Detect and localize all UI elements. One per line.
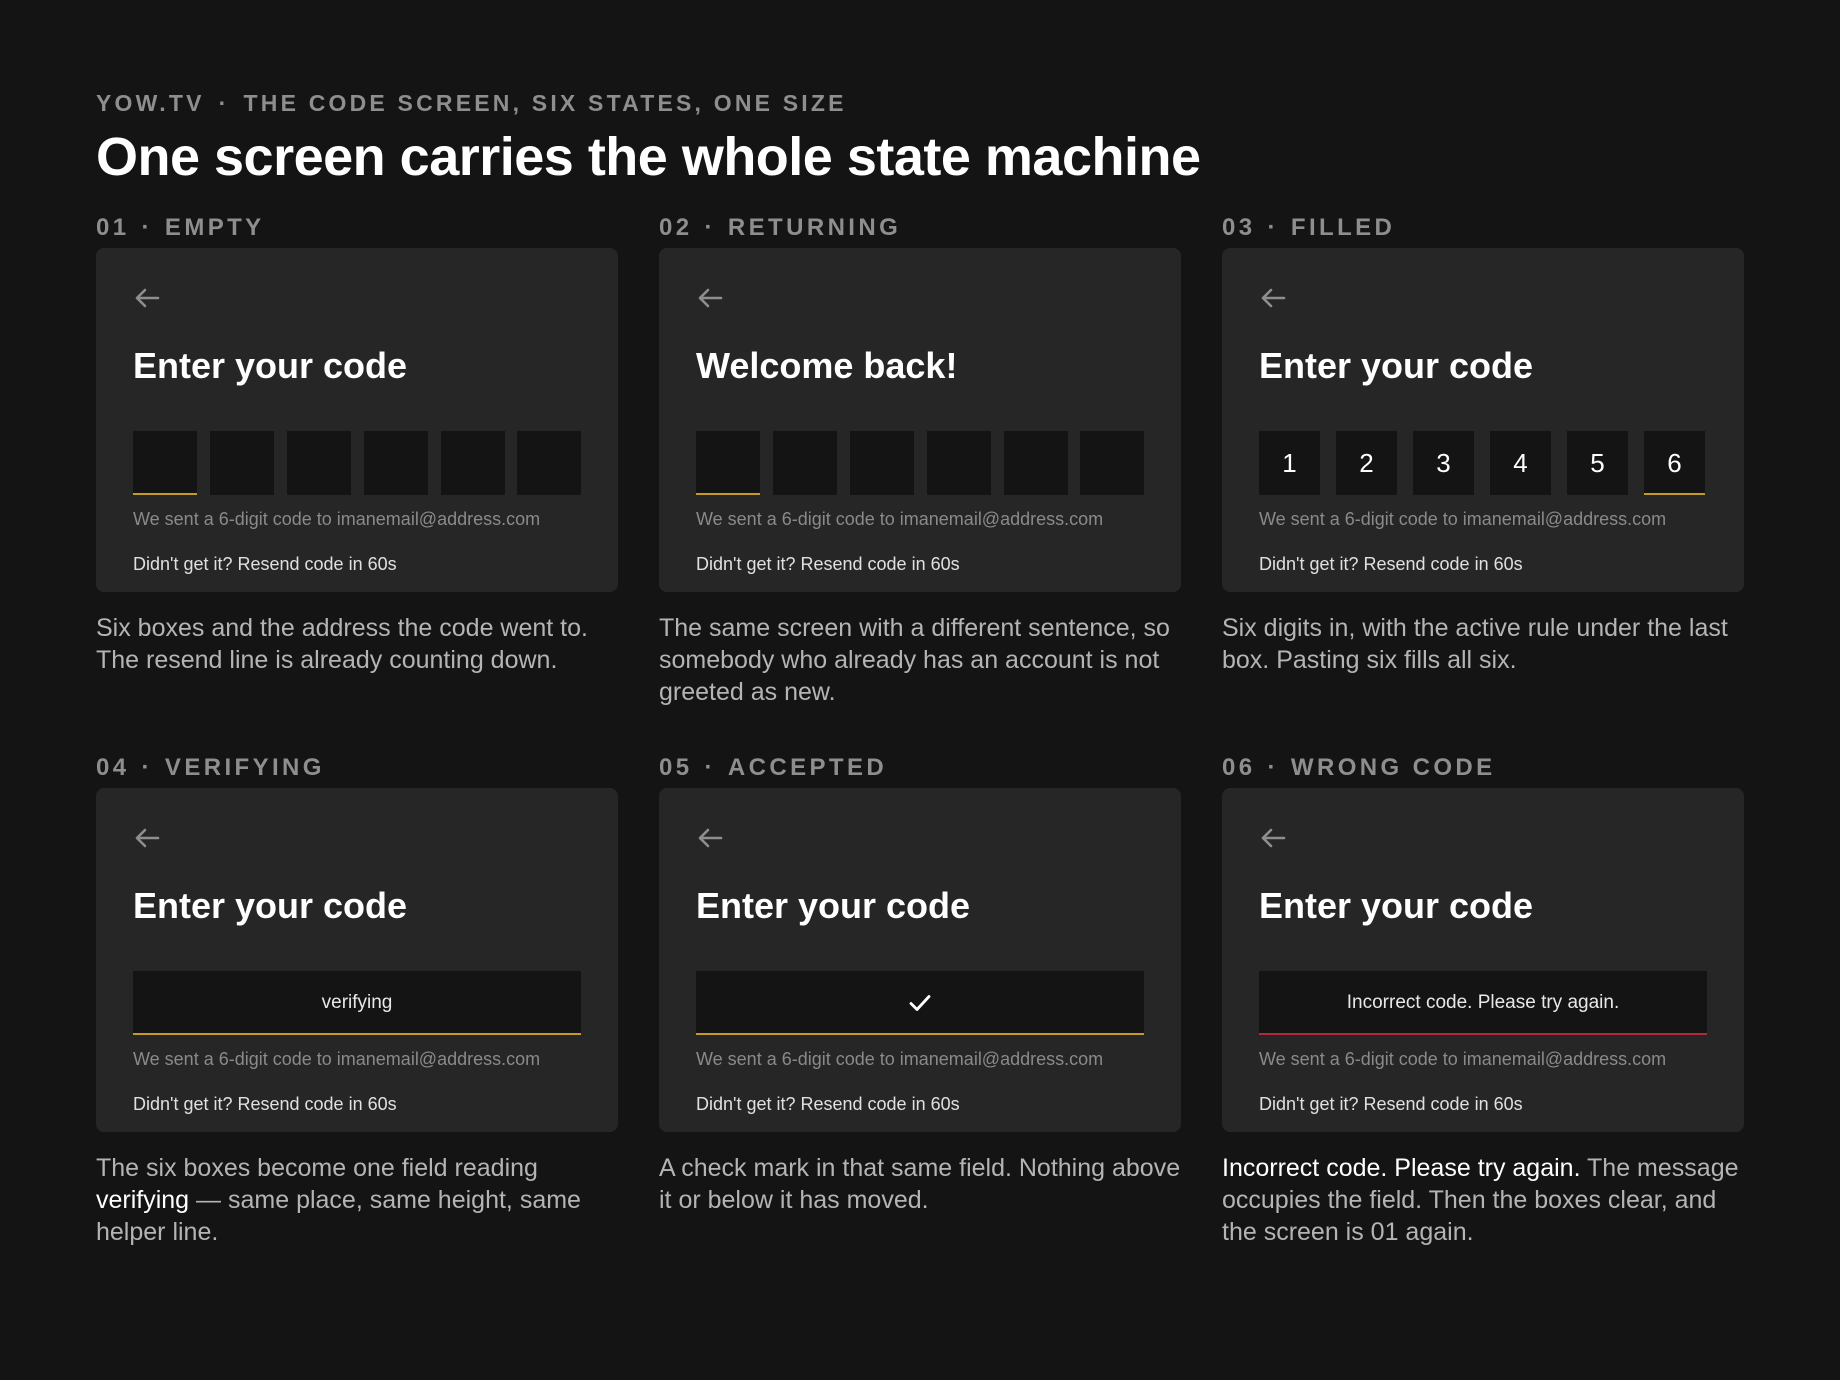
label-separator: · <box>704 754 716 781</box>
helper-text: We sent a 6-digit code to imanemail@addr… <box>696 509 1104 529</box>
state-name: FILLED <box>1290 214 1396 241</box>
code-screen-card: Enter your code We sent a 6-digit code t… <box>659 788 1181 1132</box>
caption-emphasis: verifying <box>96 1186 190 1214</box>
page-subtitle: THE CODE SCREEN, SIX STATES, ONE SIZE <box>243 90 847 116</box>
code-digit-box[interactable] <box>1080 431 1144 495</box>
code-screen-card: Enter your code 1 2 3 4 5 6 We sent a 6-… <box>1222 248 1744 592</box>
state-name: VERIFYING <box>164 754 325 781</box>
code-digit-box[interactable] <box>773 431 837 495</box>
state-panel-filled: 03 · FILLED Enter your code 1 2 3 4 5 6 We… <box>1222 208 1744 676</box>
screen-title: Enter your code <box>1259 885 1534 926</box>
state-label: 04 · VERIFYING <box>96 748 618 788</box>
screen-title: Enter your code <box>696 885 971 926</box>
helper-text: We sent a 6-digit code to imanemail@addr… <box>133 1049 541 1069</box>
state-label: 03 · FILLED <box>1222 208 1744 248</box>
state-label: 02 · RETURNING <box>659 208 1181 248</box>
state-name: EMPTY <box>164 214 265 241</box>
state-caption: The same screen with a different sentenc… <box>659 614 1170 706</box>
resend-link[interactable]: Didn't get it? Resend code in 60s <box>133 1093 397 1115</box>
helper-text: We sent a 6-digit code to imanemail@addr… <box>133 509 541 529</box>
label-separator: · <box>141 214 153 241</box>
eyebrow-separator: · <box>218 90 230 116</box>
code-status-field: verifying <box>133 971 581 1035</box>
state-number: 04 <box>96 754 130 781</box>
state-panel-empty: 01 · EMPTY Enter your code We sent a 6-dig… <box>96 208 618 676</box>
check-icon <box>909 995 931 1011</box>
back-arrow-icon[interactable] <box>1258 286 1288 310</box>
back-arrow-icon[interactable] <box>132 286 162 310</box>
code-digit-box[interactable] <box>1004 431 1068 495</box>
code-digit-box[interactable]: 4 <box>1490 431 1551 495</box>
code-digit-box[interactable] <box>287 431 351 495</box>
code-digit-box[interactable] <box>850 431 914 495</box>
code-digit-box[interactable] <box>210 431 274 495</box>
code-screen-card: Enter your code Incorrect code. Please t… <box>1222 788 1744 1132</box>
screen-title: Enter your code <box>133 885 408 926</box>
helper-text: We sent a 6-digit code to imanemail@addr… <box>1259 1049 1667 1069</box>
state-number: 01 <box>96 214 130 241</box>
code-error-field: Incorrect code. Please try again. <box>1259 971 1707 1035</box>
code-digit-box[interactable]: 3 <box>1413 431 1474 495</box>
state-label: 01 · EMPTY <box>96 208 618 248</box>
screen-title: Welcome back! <box>696 345 958 386</box>
caption-text: The six boxes become one field reading <box>96 1154 538 1182</box>
code-digit-box[interactable]: 5 <box>1567 431 1628 495</box>
state-number: 02 <box>659 214 693 241</box>
label-separator: · <box>1267 754 1279 781</box>
state-caption: Six digits in, with the active rule unde… <box>1222 614 1728 674</box>
code-screen-card: Welcome back! We sent a 6-digit code to … <box>659 248 1181 592</box>
resend-link[interactable]: Didn't get it? Resend code in 60s <box>696 1093 960 1115</box>
code-digit-box[interactable] <box>927 431 991 495</box>
resend-link[interactable]: Didn't get it? Resend code in 60s <box>1259 553 1523 575</box>
screen-title: Enter your code <box>133 345 408 386</box>
label-separator: · <box>141 754 153 781</box>
back-arrow-icon[interactable] <box>695 826 725 850</box>
state-number: 06 <box>1222 754 1256 781</box>
code-digit-box[interactable] <box>364 431 428 495</box>
back-arrow-icon[interactable] <box>1258 826 1288 850</box>
state-caption: The six boxes become one field reading v… <box>96 1152 626 1248</box>
state-panel-wrong-code: 06 · WRONG CODE Enter your code Incorrect … <box>1222 748 1744 1248</box>
page-title: One screen carries the whole state machi… <box>96 127 1201 187</box>
helper-text: We sent a 6-digit code to imanemail@addr… <box>1259 509 1667 529</box>
caption-emphasis: Incorrect code. Please try again. <box>1222 1154 1581 1182</box>
resend-link[interactable]: Didn't get it? Resend code in 60s <box>696 553 960 575</box>
code-digit-box[interactable] <box>441 431 505 495</box>
code-digit-box[interactable] <box>517 431 581 495</box>
code-digit-box[interactable] <box>133 431 197 495</box>
state-panel-accepted: 05 · ACCEPTED Enter your code We sent a 6-… <box>659 748 1181 1216</box>
resend-link[interactable]: Didn't get it? Resend code in 60s <box>1259 1093 1523 1115</box>
resend-link[interactable]: Didn't get it? Resend code in 60s <box>133 553 397 575</box>
label-separator: · <box>704 214 716 241</box>
brand-name: YOW.TV <box>96 90 205 116</box>
code-input-group <box>696 431 1144 495</box>
label-separator: · <box>1267 214 1279 241</box>
state-name: RETURNING <box>727 214 902 241</box>
back-arrow-icon[interactable] <box>695 286 725 310</box>
code-screen-card: Enter your code We sent a 6-digit code t… <box>96 248 618 592</box>
state-caption: Incorrect code. Please try again. The me… <box>1222 1152 1752 1248</box>
code-digit-box[interactable]: 2 <box>1336 431 1397 495</box>
code-digit-box[interactable]: 6 <box>1644 431 1705 495</box>
state-number: 03 <box>1222 214 1256 241</box>
state-caption: A check mark in that same field. Nothing… <box>659 1154 1181 1214</box>
code-input-group: 1 2 3 4 5 6 <box>1259 431 1707 495</box>
code-status-field <box>696 971 1144 1035</box>
state-panel-returning: 02 · RETURNING Welcome back! We sent a 6-d… <box>659 208 1181 708</box>
code-digit-box[interactable] <box>696 431 760 495</box>
back-arrow-icon[interactable] <box>132 826 162 850</box>
state-name: ACCEPTED <box>727 754 888 781</box>
helper-text: We sent a 6-digit code to imanemail@addr… <box>696 1049 1104 1069</box>
state-caption: Six boxes and the address the code went … <box>96 614 588 674</box>
code-screen-card: Enter your code verifying We sent a 6-di… <box>96 788 618 1132</box>
code-input-group <box>133 431 581 495</box>
state-panel-verifying: 04 · VERIFYING Enter your code verifying W… <box>96 748 618 1248</box>
page-eyebrow: YOW.TV · THE CODE SCREEN, SIX STATES, ONE … <box>96 90 847 117</box>
code-digit-box[interactable]: 1 <box>1259 431 1320 495</box>
screen-title: Enter your code <box>1259 345 1534 386</box>
state-number: 05 <box>659 754 693 781</box>
state-name: WRONG CODE <box>1290 754 1496 781</box>
state-label: 06 · WRONG CODE <box>1222 748 1744 788</box>
state-label: 05 · ACCEPTED <box>659 748 1181 788</box>
